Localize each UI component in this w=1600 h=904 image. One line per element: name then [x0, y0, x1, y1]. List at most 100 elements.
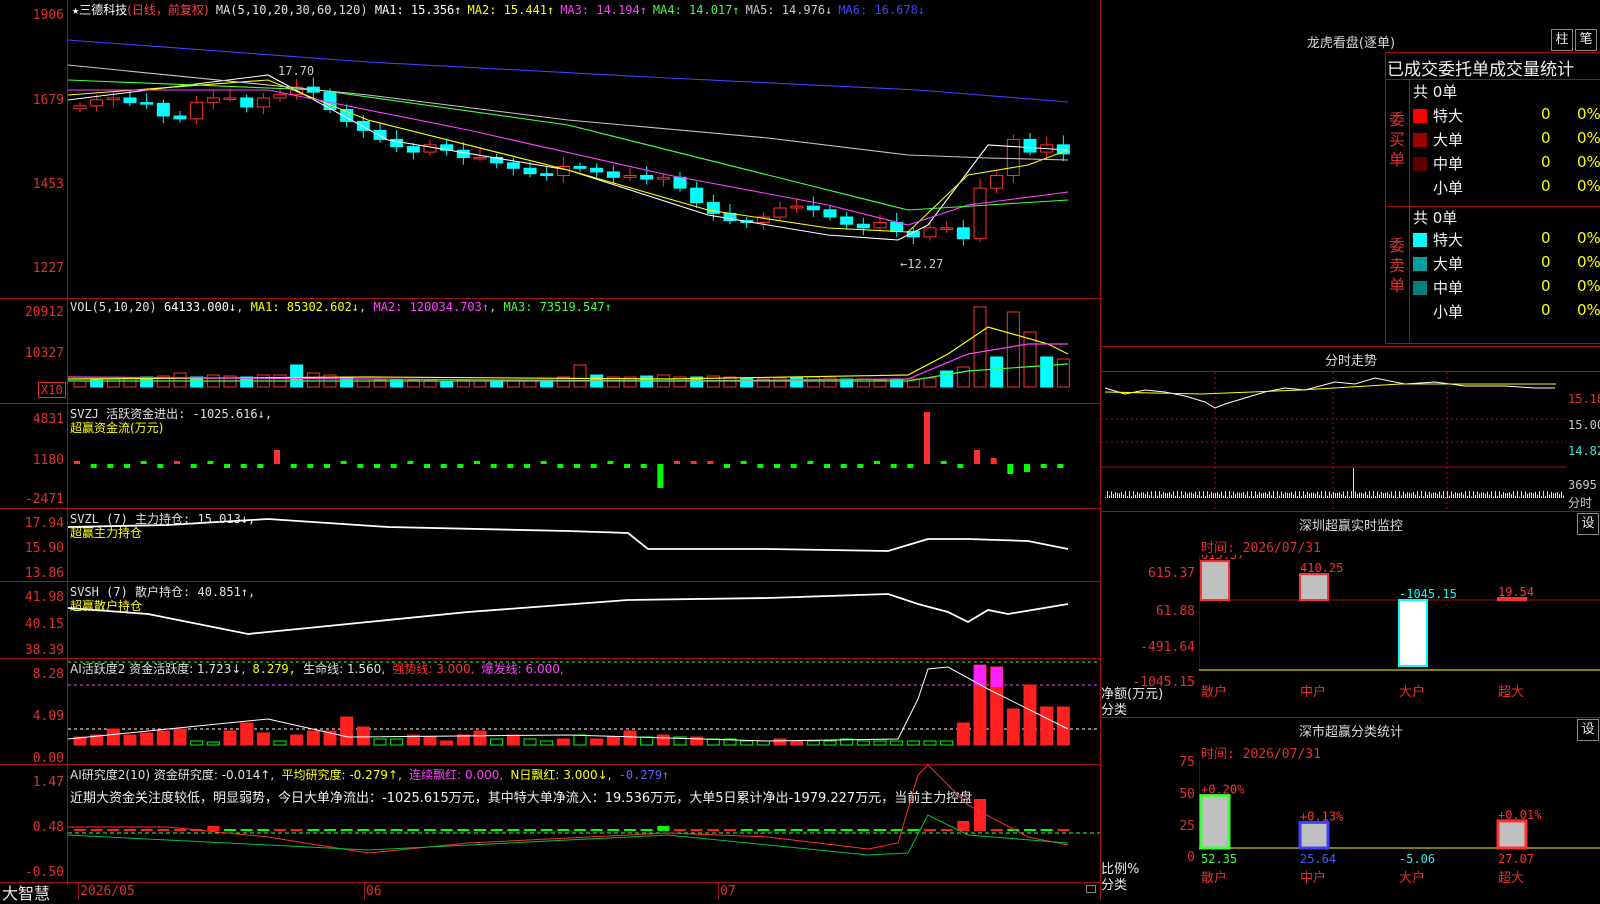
research-bar: [324, 829, 336, 831]
fenshi-vol-bar: [1179, 496, 1180, 498]
candle-body: [823, 209, 837, 218]
candle-body: [1023, 138, 1037, 153]
fenshi-chart[interactable]: [1101, 372, 1567, 510]
bi-button[interactable]: 笔: [1575, 29, 1597, 51]
fenshi-vol-bar: [1273, 491, 1274, 498]
zhu-button[interactable]: 柱: [1551, 29, 1573, 51]
candle-body: [1006, 138, 1020, 177]
research-bar: [924, 829, 936, 831]
sz-class-top-label: +0.20%: [1201, 783, 1245, 797]
research-bar: [540, 829, 553, 831]
sz-class-bottom-label: -5.06: [1399, 852, 1435, 866]
main-chart-area[interactable]: ★三德科技(日线，前复权) MA(5,10,20,30,60,120) MA1:…: [0, 0, 1100, 903]
fund-flow-bar: [607, 461, 614, 464]
fenshi-vol-bar: [1163, 492, 1164, 498]
main-holding-line: [68, 518, 1069, 552]
fenshi-vol-bar: [1531, 492, 1532, 498]
fenshi-vol-bar: [1563, 495, 1564, 498]
fenshi-vol-tick: 3695: [1568, 478, 1597, 492]
fenshi-vol-bar: [1501, 494, 1502, 498]
sz-class-bottom-label: 52.35: [1201, 852, 1237, 866]
research-bar: [340, 829, 353, 831]
candle-body: [73, 105, 87, 110]
candle-body: [123, 97, 137, 104]
ai2-chart[interactable]: [68, 765, 1100, 882]
kline-ytick: 1453: [32, 177, 64, 192]
activity-bar: [290, 734, 304, 746]
research-bar: [74, 829, 86, 831]
fenshi-vol-bar: [1511, 494, 1512, 498]
vol-chart[interactable]: [68, 299, 1100, 403]
vol-bar: [123, 377, 137, 388]
fenshi-vol-bar: [1387, 492, 1388, 498]
lock-icon[interactable]: [1086, 885, 1096, 893]
fenshi-vol-bar: [1289, 493, 1290, 498]
candle-body: [606, 171, 620, 178]
research-bar: [457, 829, 470, 831]
sz-monitor-time: 时间: 2026/07/31: [1201, 541, 1321, 556]
fenshi-vol-bar: [1237, 492, 1238, 498]
activity-bar: [1040, 706, 1054, 746]
vol-bar: [890, 378, 904, 388]
svzj-ytick: -2471: [24, 492, 64, 507]
fenshi-vol-bar: [1197, 495, 1198, 498]
fenshi-vol-bar: [1347, 491, 1348, 498]
fenshi-vol-bar: [1433, 492, 1434, 498]
fenshi-vol-bar: [1365, 491, 1366, 498]
activity-bar: [623, 730, 637, 746]
sz-monitor-chart[interactable]: 615.37 散户 410.25 中户 -1045.15 大户 19.54 超大: [1199, 555, 1600, 715]
longhu-tab-header[interactable]: 已成交委托单成交量统计: [1387, 55, 1600, 80]
candle-body: [523, 167, 537, 175]
activity-bar: [306, 730, 320, 746]
fenshi-vol-bar: [1313, 492, 1314, 498]
activity-bar: [356, 726, 370, 746]
fenshi-vol-bar: [1549, 494, 1550, 498]
fenshi-vol-bar: [1475, 494, 1476, 498]
fenshi-vol-bar: [1519, 496, 1520, 498]
svzj-chart[interactable]: [68, 404, 1100, 508]
sz-monitor-settings-button[interactable]: 设: [1577, 513, 1599, 535]
sz-monitor-value: -1045.15: [1399, 587, 1457, 601]
fund-flow-bar: [974, 450, 980, 464]
fund-flow-bar: [1040, 464, 1047, 468]
research-bar: [424, 829, 436, 831]
fenshi-vol-bar: [1543, 491, 1544, 498]
activity-bar: [1006, 708, 1020, 746]
svzl-chart[interactable]: [68, 509, 1100, 581]
x-axis-label: 2026/05: [80, 884, 135, 899]
ai2-ytick: -0.50: [24, 865, 64, 880]
sz-class-settings-button[interactable]: 设: [1577, 719, 1599, 741]
sell-row-name: 特大: [1433, 231, 1464, 249]
sz-class-bottom-label: 25.64: [1300, 852, 1336, 866]
research-bar: [507, 829, 520, 831]
sz-class-chart[interactable]: +0.20% 52.35 散户 +0.13% 25.64 中户 -5.06 大户 +0.01% 2…: [1199, 760, 1600, 900]
research-bar: [624, 829, 636, 831]
sz-class-ytick: 25: [1179, 819, 1195, 834]
fenshi-vol-bar: [1169, 491, 1170, 498]
activity-bar: [506, 734, 520, 746]
svsh-chart[interactable]: [68, 582, 1100, 658]
candle-body: [173, 115, 187, 120]
vol-unit-badge: X10: [38, 382, 66, 398]
low-label: ←12.27: [900, 257, 943, 271]
activity-bar: [140, 732, 154, 746]
fund-flow-bar: [557, 464, 564, 468]
fenshi-vol-bar: [1259, 491, 1260, 498]
vol-bar: [1056, 358, 1070, 388]
sz-class-bar: [1199, 794, 1231, 850]
fenshi-vol-unit: 分时: [1568, 496, 1593, 510]
candle-body: [590, 167, 604, 173]
candle-body: [856, 223, 870, 229]
research-bar: [140, 829, 153, 831]
svzj-ytick: 1180: [32, 453, 64, 468]
research-bar: [390, 829, 403, 831]
fenshi-vol-bar: [1503, 491, 1504, 498]
sz-monitor-bar: [1299, 573, 1329, 601]
ai1-chart[interactable]: [68, 659, 1100, 764]
fenshi-vol-bar: [1463, 494, 1464, 498]
sz-class-category: 超大: [1498, 871, 1524, 886]
fenshi-vol-bar: [1409, 492, 1410, 498]
candle-body: [540, 173, 554, 177]
kline-chart[interactable]: 17.70 ←12.27: [68, 0, 1100, 298]
fund-flow-bar: [1024, 464, 1030, 472]
